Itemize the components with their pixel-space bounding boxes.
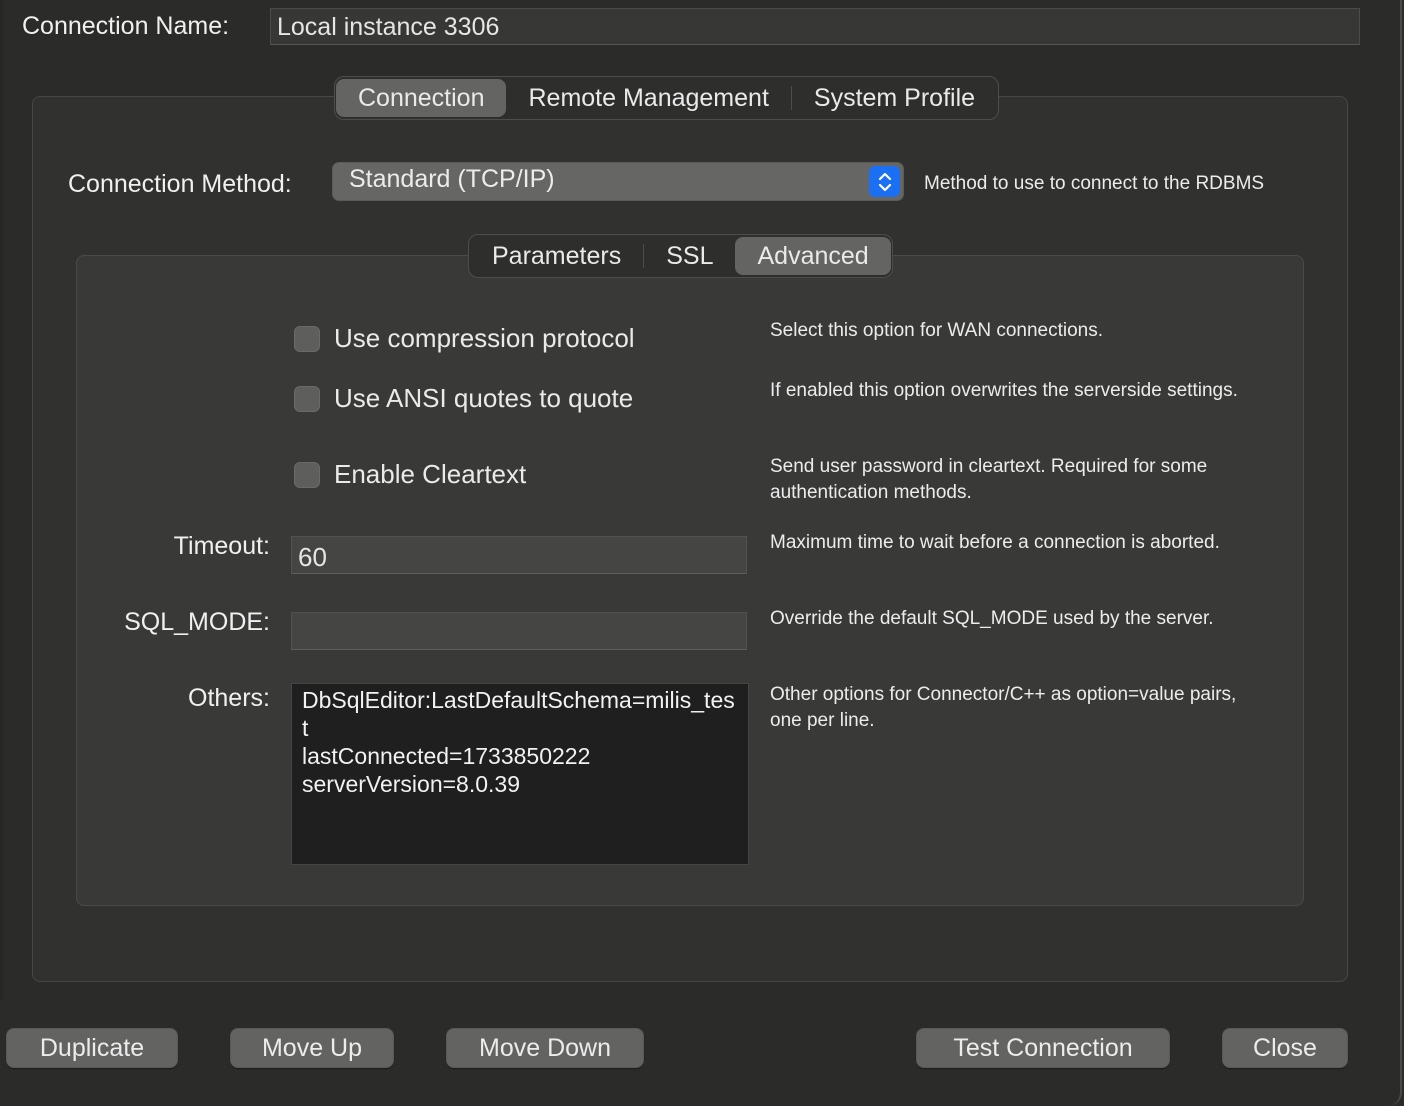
- ansi-quotes-label: Use ANSI quotes to quote: [334, 383, 634, 413]
- sql-mode-input[interactable]: [291, 612, 747, 650]
- tab-remote-management[interactable]: Remote Management: [506, 79, 790, 117]
- ansi-quotes-help: If enabled this option overwrites the se…: [770, 380, 1238, 401]
- connection-name-label: Connection Name:: [22, 12, 230, 40]
- up-down-chevron-icon[interactable]: [869, 166, 900, 197]
- connection-name-input[interactable]: Local instance 3306: [270, 8, 1360, 45]
- sql-mode-help: Override the default SQL_MODE used by th…: [770, 608, 1214, 629]
- others-label: Others:: [188, 684, 270, 712]
- cleartext-option[interactable]: Enable Cleartext: [294, 459, 526, 490]
- tab-system-profile[interactable]: System Profile: [792, 79, 997, 117]
- compression-option[interactable]: Use compression protocol: [294, 323, 635, 354]
- ansi-quotes-checkbox[interactable]: [294, 385, 320, 412]
- move-up-button[interactable]: Move Up: [230, 1028, 394, 1068]
- tab-advanced[interactable]: Advanced: [735, 237, 891, 275]
- tab-parameters[interactable]: Parameters: [470, 237, 643, 275]
- close-button[interactable]: Close: [1222, 1028, 1348, 1068]
- compression-checkbox[interactable]: [294, 325, 320, 352]
- outer-tab-bar: Connection Remote Management System Prof…: [334, 76, 1000, 120]
- compression-label: Use compression protocol: [334, 323, 635, 353]
- duplicate-button[interactable]: Duplicate: [6, 1028, 178, 1068]
- window-left-edge: [0, 0, 3, 1000]
- tab-ssl[interactable]: SSL: [644, 237, 735, 275]
- others-textarea[interactable]: DbSqlEditor:LastDefaultSchema=milis_test…: [291, 683, 749, 865]
- cleartext-help: Send user password in cleartext. Require…: [770, 456, 1208, 503]
- cleartext-label: Enable Cleartext: [334, 459, 527, 489]
- tab-connection[interactable]: Connection: [336, 79, 507, 117]
- timeout-label: Timeout:: [173, 532, 270, 560]
- others-help: Other options for Connector/C++ as optio…: [770, 684, 1237, 731]
- connection-method-select[interactable]: Standard (TCP/IP): [332, 162, 904, 201]
- timeout-help: Maximum time to wait before a connection…: [770, 532, 1220, 553]
- ansi-quotes-option[interactable]: Use ANSI quotes to quote: [294, 383, 633, 414]
- timeout-input[interactable]: 60: [291, 536, 747, 574]
- cleartext-checkbox[interactable]: [294, 461, 320, 488]
- connection-method-help: Method to use to connect to the RDBMS: [924, 173, 1265, 194]
- sql-mode-label: SQL_MODE:: [124, 608, 270, 636]
- inner-tab-bar: Parameters SSL Advanced: [468, 234, 893, 278]
- connection-method-value: Standard (TCP/IP): [349, 165, 555, 193]
- connection-method-label: Connection Method:: [68, 170, 292, 198]
- move-down-button[interactable]: Move Down: [446, 1028, 644, 1068]
- test-connection-button[interactable]: Test Connection: [916, 1028, 1170, 1068]
- compression-help: Select this option for WAN connections.: [770, 320, 1104, 341]
